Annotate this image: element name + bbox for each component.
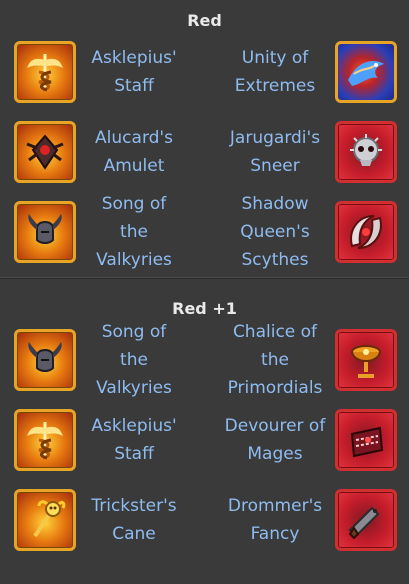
artifact-name[interactable]: Unity of Extremes [220,44,330,100]
artifact-name[interactable]: Asklepius' Staff [86,412,182,468]
artifact-name[interactable]: Jarugardi's Sneer [220,124,330,180]
artifact-list: Red Asklepius' Staff Unity of Extremes A… [0,0,409,560]
artifact-row: Asklepius' Staff Unity of Extremes [0,32,409,112]
artifact-name[interactable]: Trickster's Cane [86,492,182,548]
section-red-plus-1: Red +1 Song of the Valkyries Chalice of … [0,279,409,560]
section-title: Red [187,11,222,30]
caduceus-icon[interactable] [14,409,76,471]
artifact-row: Song of the Valkyries Shadow Queen's Scy… [0,192,409,272]
artifact-name[interactable]: Chalice of the Primordials [220,318,330,402]
jester-cane-icon[interactable] [14,489,76,551]
pistol-icon[interactable] [335,489,397,551]
winged-helmet-icon[interactable] [14,329,76,391]
dragon-icon[interactable] [335,41,397,103]
devourer-chest-icon[interactable] [335,409,397,471]
artifact-row: Trickster's Cane Drommer's Fancy [0,480,409,560]
skull-icon[interactable] [335,121,397,183]
caduceus-icon[interactable] [14,41,76,103]
artifact-name[interactable]: Devourer of Mages [220,412,330,468]
artifact-name[interactable]: Drommer's Fancy [220,492,330,548]
artifact-name[interactable]: Song of the Valkyries [86,318,182,402]
artifact-name[interactable]: Shadow Queen's Scythes [220,190,330,274]
amulet-icon[interactable] [14,121,76,183]
chalice-icon[interactable] [335,329,397,391]
section-title: Red +1 [172,299,237,318]
artifact-name[interactable]: Song of the Valkyries [86,190,182,274]
artifact-name[interactable]: Asklepius' Staff [86,44,182,100]
artifact-row: Asklepius' Staff Devourer of Mages [0,400,409,480]
section-red: Red Asklepius' Staff Unity of Extremes A… [0,0,409,272]
artifact-row: Song of the Valkyries Chalice of the Pri… [0,320,409,400]
artifact-name[interactable]: Alucard's Amulet [86,124,182,180]
artifact-row: Alucard's Amulet Jarugardi's Sneer [0,112,409,192]
scythes-icon[interactable] [335,201,397,263]
winged-helmet-icon[interactable] [14,201,76,263]
